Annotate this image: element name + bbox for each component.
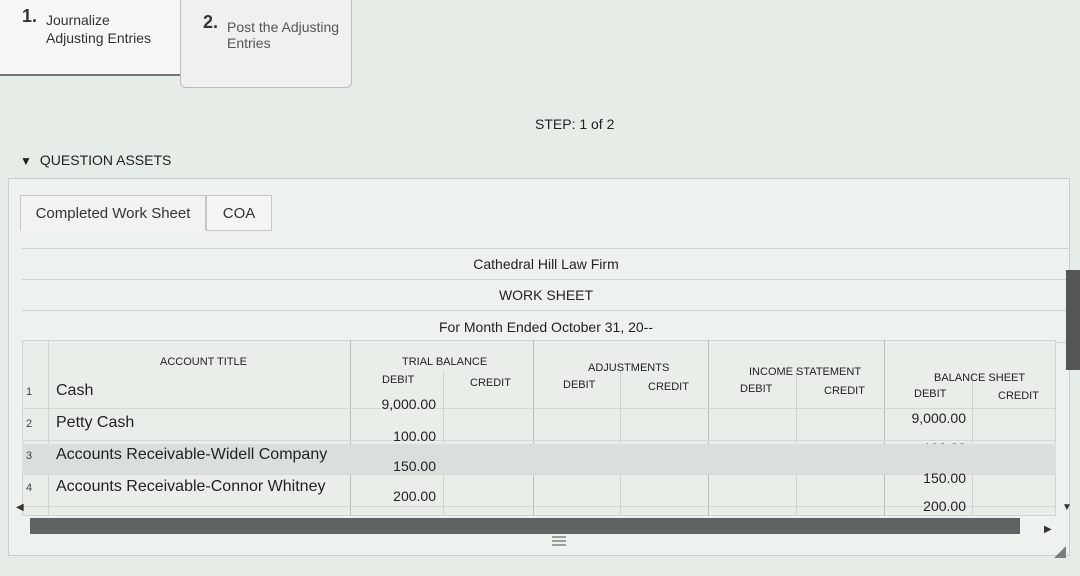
vertical-scrollbar[interactable] xyxy=(1066,270,1080,370)
row-number: 1 xyxy=(26,386,33,398)
step-1-tab[interactable]: 1. Journalize Adjusting Entries xyxy=(0,0,202,76)
step-2-label-line2: Entries xyxy=(227,35,271,51)
account-title-cell[interactable]: Cash xyxy=(56,382,93,400)
account-title-cell[interactable]: Accounts Receivable-Widell Company xyxy=(56,446,327,464)
step-1-label-line2: Adjusting Entries xyxy=(46,30,152,46)
worksheet-title: WORK SHEET xyxy=(22,280,1070,311)
header-trial-balance: TRIAL BALANCE xyxy=(402,356,488,368)
header-income-statement: INCOME STATEMENT xyxy=(749,366,862,378)
tab-coa[interactable]: COA xyxy=(206,195,272,231)
account-title-cell[interactable]: Petty Cash xyxy=(56,414,134,432)
horizontal-scrollbar[interactable] xyxy=(30,518,1020,534)
scroll-right-arrow-icon[interactable]: ▶ xyxy=(1044,524,1052,535)
row-number: 4 xyxy=(26,482,33,494)
step-indicator: STEP: 1 of 2 xyxy=(535,116,615,132)
header-adjustments: ADJUSTMENTS xyxy=(588,362,670,374)
step-2-tab[interactable]: 2. Post the Adjusting Entries xyxy=(180,0,352,88)
balance-sheet-debit-cell: 200.00 xyxy=(923,498,966,514)
row-number: 2 xyxy=(26,418,33,430)
trial-balance-debit-cell: 150.00 xyxy=(393,458,436,474)
account-title-cell[interactable]: Accounts Receivable-Connor Whitney xyxy=(56,478,325,496)
question-assets-toggle[interactable]: ▼ QUESTION ASSETS xyxy=(20,152,171,168)
step-1-number: 1. xyxy=(22,6,38,26)
resize-handle-icon[interactable] xyxy=(1052,544,1066,558)
table-row xyxy=(22,410,1056,441)
step-2-number: 2. xyxy=(203,12,219,32)
row-number: 3 xyxy=(26,450,33,462)
table-row xyxy=(22,378,1056,409)
drag-grip-icon[interactable] xyxy=(552,536,566,546)
scroll-down-arrow-icon[interactable]: ▼ xyxy=(1062,502,1072,513)
tab-completed-work-sheet[interactable]: Completed Work Sheet xyxy=(20,195,206,231)
worksheet-period: For Month Ended October 31, 20-- xyxy=(22,312,1070,343)
collapse-triangle-icon: ▼ xyxy=(20,154,32,168)
header-account-title: ACCOUNT TITLE xyxy=(160,356,247,368)
trial-balance-debit-cell: 100.00 xyxy=(393,428,436,444)
step-1-label-line1: Journalize xyxy=(46,12,110,28)
question-assets-label: QUESTION ASSETS xyxy=(39,152,172,168)
company-name: Cathedral Hill Law Firm xyxy=(22,248,1070,280)
trial-balance-debit-cell: 200.00 xyxy=(393,488,436,504)
scroll-left-arrow-icon[interactable]: ◀ xyxy=(16,502,24,513)
